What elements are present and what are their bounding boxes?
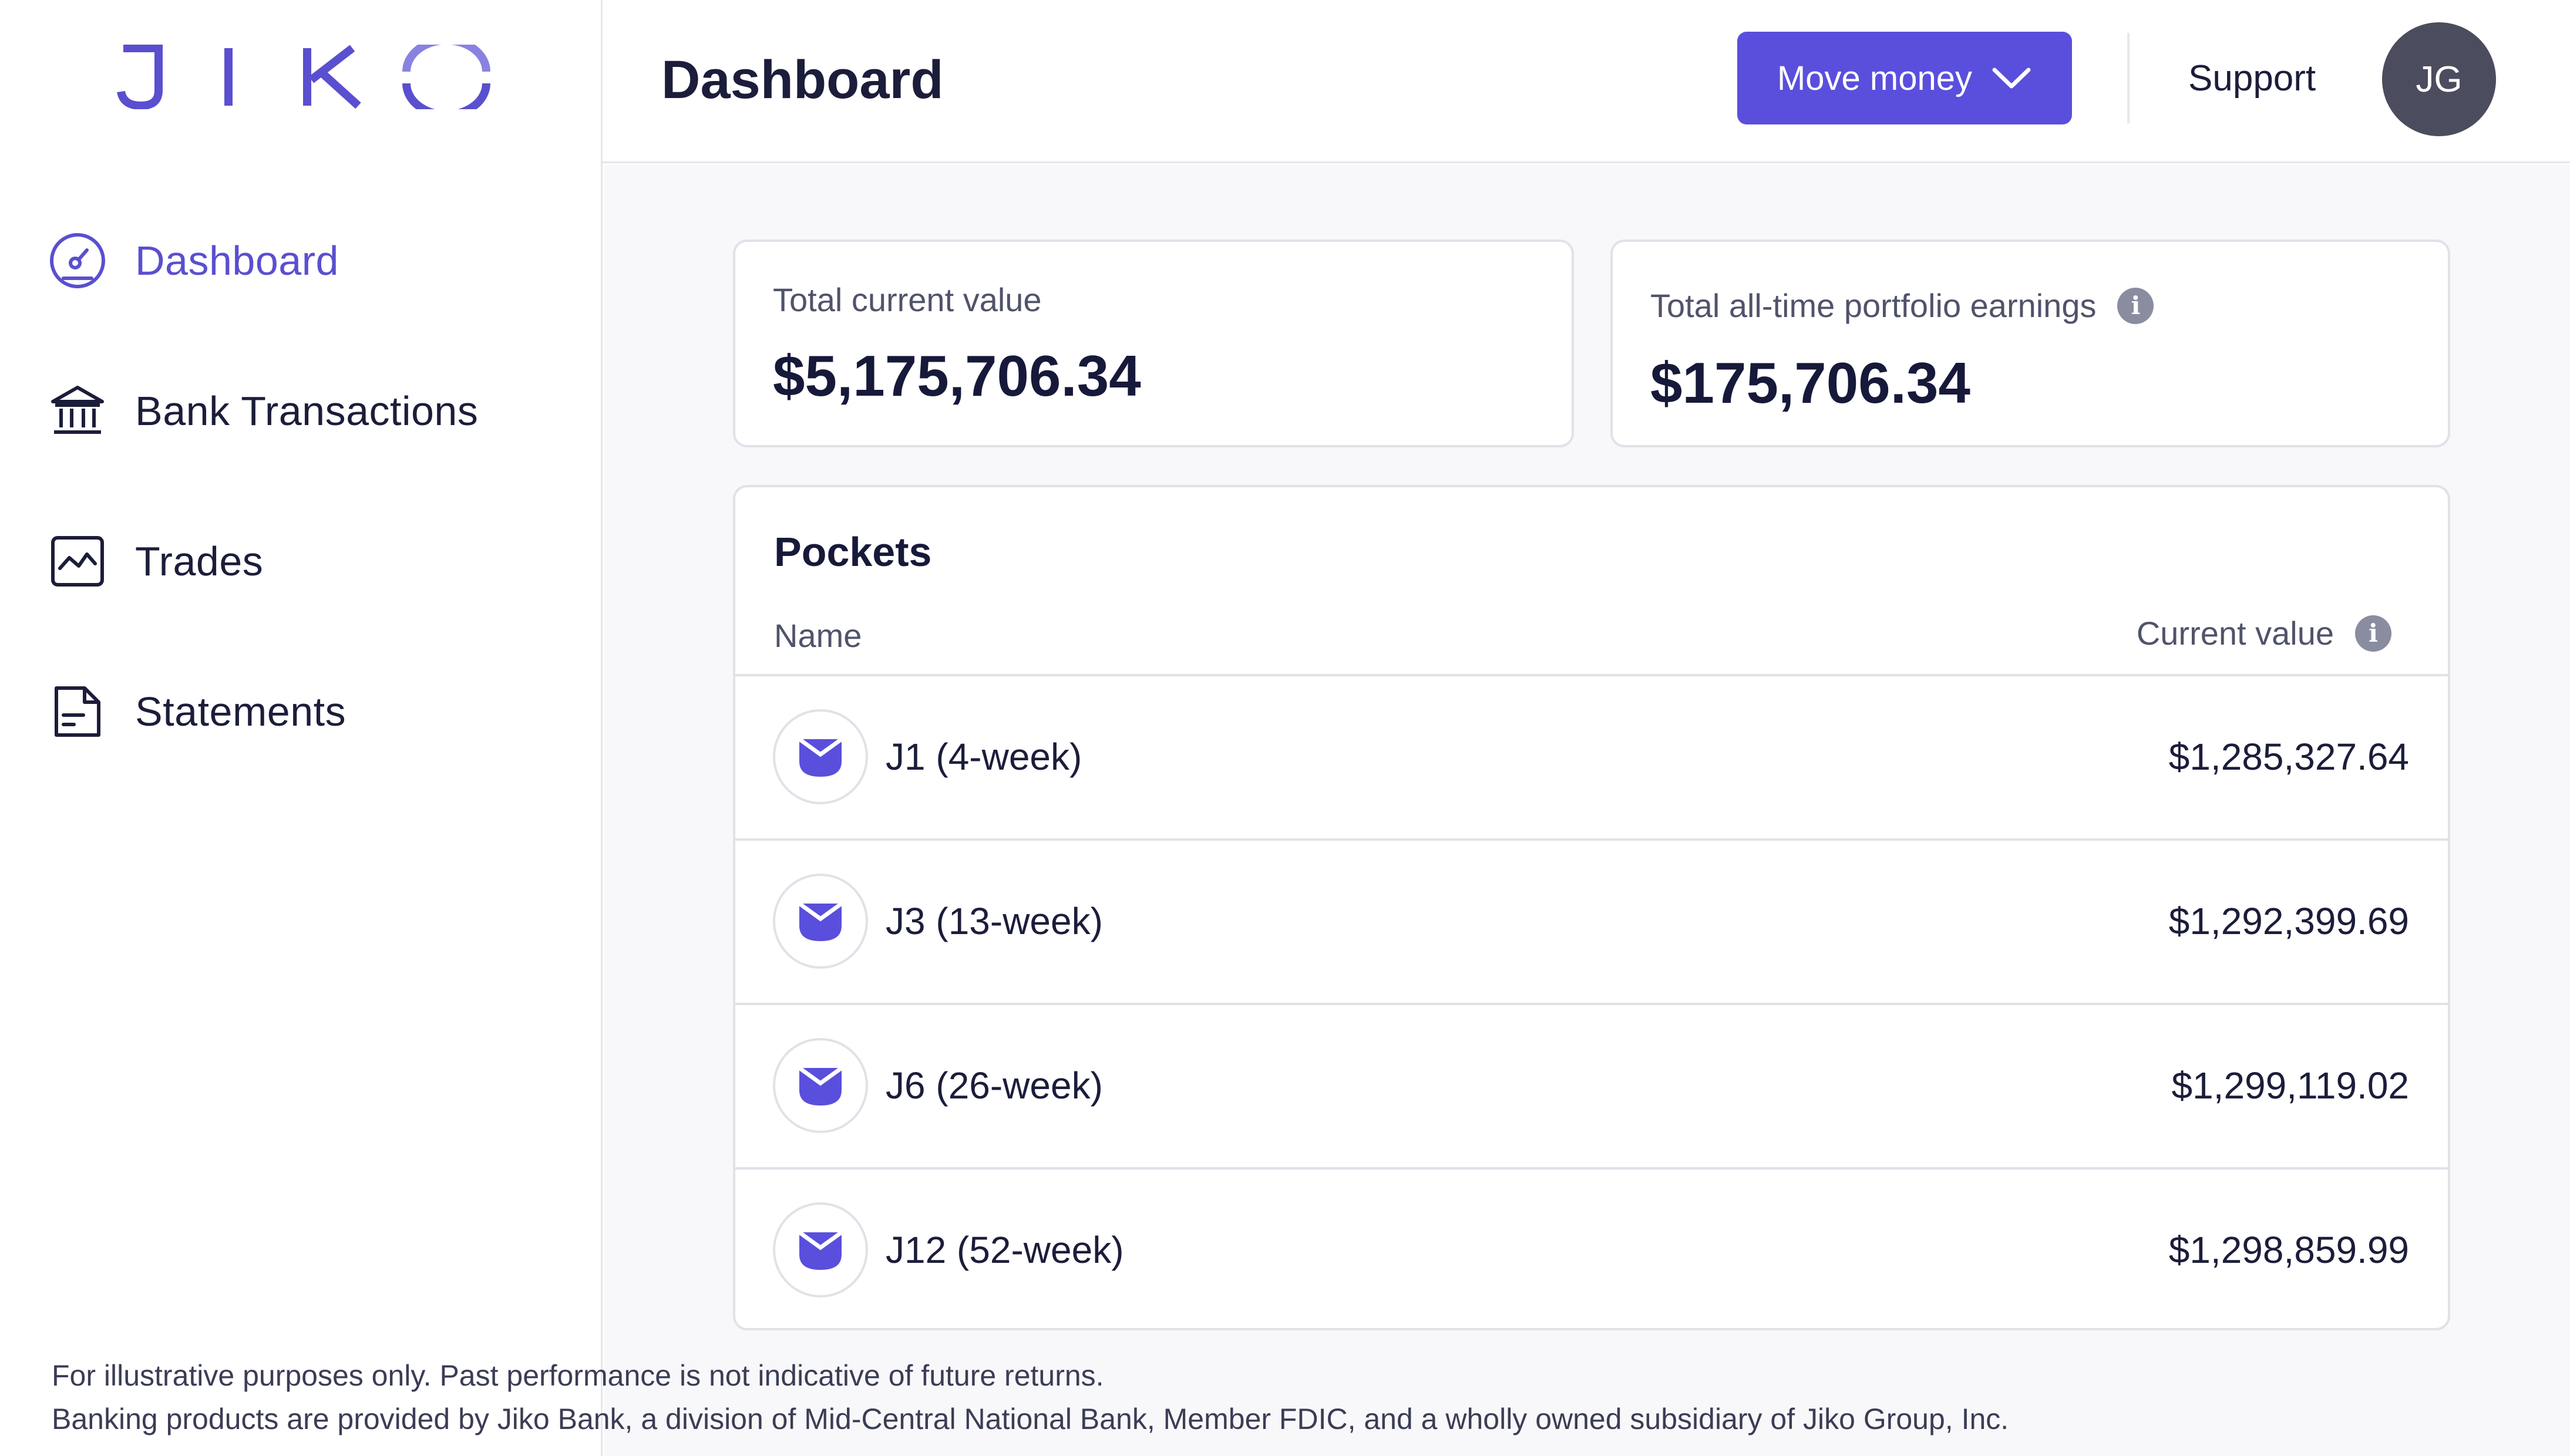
- column-header-current-value: Current value i: [2137, 614, 2391, 652]
- column-header-current-value-label: Current value: [2136, 615, 2334, 652]
- support-link[interactable]: Support: [2188, 58, 2316, 99]
- pocket-row-j3[interactable]: J3 (13-week) $1,292,399.69: [735, 838, 2448, 1003]
- pockets-list: J1 (4-week) $1,285,327.64 J3 (13-week) $…: [735, 674, 2448, 1332]
- bank-icon: [47, 380, 108, 441]
- chevron-down-icon: [1991, 66, 2032, 90]
- pocket-row-j6[interactable]: J6 (26-week) $1,299,119.02: [735, 1003, 2448, 1167]
- pocket-icon: [773, 874, 868, 969]
- logo-mark: [117, 45, 490, 109]
- total-earnings-card: Total all-time portfolio earnings i $175…: [1610, 240, 2450, 447]
- document-icon: [47, 681, 108, 742]
- top-header: Dashboard Move money Support JG: [603, 0, 2570, 163]
- pocket-name: J6 (26-week): [886, 1064, 1103, 1107]
- move-money-label: Move money: [1777, 59, 1973, 97]
- sidebar-nav: Dashboard Bank Transactions Trades State…: [47, 225, 576, 827]
- pockets-title: Pockets: [774, 529, 932, 575]
- column-header-name: Name: [774, 617, 862, 654]
- pocket-icon: [773, 1038, 868, 1133]
- disclaimer-line: For illustrative purposes only. Past per…: [52, 1359, 1104, 1392]
- pocket-value: $1,298,859.99: [2168, 1229, 2409, 1271]
- speedometer-icon: [47, 230, 108, 291]
- pockets-card: Pockets Name Current value i J1 (4-week)…: [733, 485, 2450, 1330]
- disclaimer: For illustrative purposes only. Past per…: [52, 1354, 2009, 1441]
- disclaimer-line: Banking products are provided by Jiko Ba…: [52, 1403, 2009, 1435]
- total-earnings-label-row: Total all-time portfolio earnings i: [1650, 287, 2154, 325]
- total-current-value-card: Total current value $5,175,706.34: [733, 240, 1574, 447]
- sidebar-item-trades[interactable]: Trades: [47, 526, 576, 596]
- sidebar-item-label: Dashboard: [135, 238, 339, 284]
- sidebar-item-label: Bank Transactions: [135, 388, 479, 434]
- total-current-value-label: Total current value: [773, 281, 1042, 318]
- header-divider: [2127, 33, 2130, 123]
- sidebar-item-label: Trades: [135, 538, 264, 584]
- line-chart-icon: [47, 531, 108, 592]
- info-icon[interactable]: i: [2117, 287, 2154, 324]
- sidebar: Dashboard Bank Transactions Trades State…: [0, 0, 603, 1456]
- pocket-row-j1[interactable]: J1 (4-week) $1,285,327.64: [735, 674, 2448, 838]
- sidebar-item-label: Statements: [135, 689, 347, 734]
- pocket-name: J12 (52-week): [886, 1229, 1124, 1271]
- sidebar-item-bank-transactions[interactable]: Bank Transactions: [47, 376, 576, 446]
- app-root: Dashboard Bank Transactions Trades State…: [0, 0, 2570, 1456]
- jiko-logo[interactable]: [106, 45, 493, 109]
- avatar[interactable]: JG: [2382, 22, 2496, 136]
- pocket-name: J3 (13-week): [886, 900, 1103, 942]
- pocket-icon: [773, 1202, 868, 1297]
- total-earnings-value: $175,706.34: [1650, 350, 1970, 415]
- pocket-icon: [773, 709, 868, 804]
- pocket-value: $1,292,399.69: [2168, 900, 2409, 942]
- page-title: Dashboard: [661, 50, 944, 110]
- sidebar-item-statements[interactable]: Statements: [47, 676, 576, 747]
- pocket-value: $1,285,327.64: [2168, 736, 2409, 778]
- info-icon[interactable]: i: [2355, 615, 2391, 652]
- total-earnings-label: Total all-time portfolio earnings: [1650, 287, 2097, 324]
- sidebar-item-dashboard[interactable]: Dashboard: [47, 225, 576, 296]
- pocket-name: J1 (4-week): [886, 736, 1082, 778]
- move-money-button[interactable]: Move money: [1737, 32, 2072, 124]
- total-current-value: $5,175,706.34: [773, 343, 1141, 408]
- pocket-row-j12[interactable]: J12 (52-week) $1,298,859.99: [735, 1167, 2448, 1332]
- pocket-value: $1,299,119.02: [2171, 1064, 2409, 1107]
